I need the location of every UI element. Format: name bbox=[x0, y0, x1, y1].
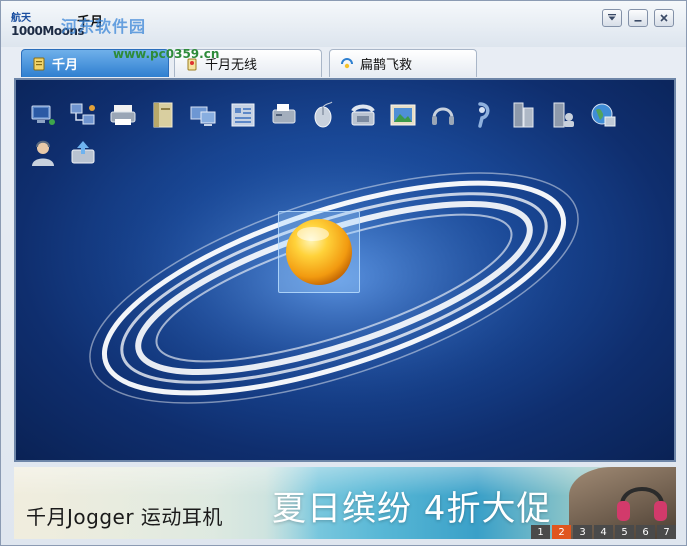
banner-pager: 1 2 3 4 5 6 7 bbox=[529, 525, 676, 539]
mouse-icon[interactable] bbox=[308, 100, 338, 130]
banner-page-2[interactable]: 2 bbox=[552, 525, 571, 539]
directory-icon[interactable] bbox=[228, 100, 258, 130]
banner-page-6[interactable]: 6 bbox=[636, 525, 655, 539]
tab-label: 千月 bbox=[52, 58, 79, 73]
banner-promo-text: 夏日缤纷 4折大促 bbox=[272, 489, 552, 529]
close-button[interactable] bbox=[654, 9, 674, 27]
title-bar[interactable]: 航天 1000Moons 千月 河东软件园 bbox=[1, 1, 686, 47]
panel-icon[interactable] bbox=[508, 100, 538, 130]
center-orb-button[interactable] bbox=[278, 211, 360, 293]
watermark-text: 河东软件园 bbox=[61, 17, 147, 36]
tab-rescue[interactable]: 扁鹊飞救 bbox=[329, 49, 477, 77]
sun-orb-icon bbox=[286, 219, 352, 285]
app-logo: 航天 1000Moons bbox=[9, 7, 85, 41]
tab-label: 扁鹊飞救 bbox=[360, 58, 413, 73]
printer-icon[interactable] bbox=[108, 100, 138, 130]
globe-icon[interactable] bbox=[588, 100, 618, 130]
fax-printer-icon[interactable] bbox=[268, 100, 298, 130]
app-window: 航天 1000Moons 千月 河东软件园 千月 千月无线 扁鹊飞救 www.p… bbox=[0, 0, 687, 546]
banner-page-4[interactable]: 4 bbox=[594, 525, 613, 539]
main-panel bbox=[14, 78, 676, 462]
headphones-icon bbox=[617, 487, 667, 521]
rescue-tab-icon bbox=[341, 57, 353, 68]
chevron-down-icon bbox=[608, 14, 616, 21]
network-computer-icon[interactable] bbox=[28, 100, 58, 130]
user-icon[interactable] bbox=[28, 138, 58, 168]
headset-icon[interactable] bbox=[428, 100, 458, 130]
banner-page-7[interactable]: 7 bbox=[657, 525, 676, 539]
banner-page-1[interactable]: 1 bbox=[531, 525, 550, 539]
logo-brand-top: 航天 bbox=[11, 13, 31, 24]
minimize-icon bbox=[634, 20, 642, 22]
banner-page-5[interactable]: 5 bbox=[615, 525, 634, 539]
minimize-button[interactable] bbox=[628, 9, 648, 27]
picture-icon[interactable] bbox=[388, 100, 418, 130]
banner-product-text: 千月Jogger 运动耳机 bbox=[26, 505, 223, 529]
qianyue-tab-icon bbox=[33, 57, 45, 70]
book-icon[interactable] bbox=[148, 100, 178, 130]
upload-icon[interactable] bbox=[68, 138, 98, 168]
watermark-url: www.pc0359.cn bbox=[113, 47, 220, 61]
telephone-icon[interactable] bbox=[348, 100, 378, 130]
panel-user-icon[interactable] bbox=[548, 100, 578, 130]
earpiece-icon[interactable] bbox=[468, 100, 498, 130]
dropdown-button[interactable] bbox=[602, 9, 622, 27]
banner-page-3[interactable]: 3 bbox=[573, 525, 592, 539]
network-connection-icon[interactable] bbox=[68, 100, 98, 130]
ad-banner[interactable]: 千月Jogger 运动耳机 夏日缤纷 4折大促 1 2 3 4 5 6 7 bbox=[14, 467, 676, 539]
close-icon bbox=[660, 14, 668, 22]
monitor-network-icon[interactable] bbox=[188, 100, 218, 130]
